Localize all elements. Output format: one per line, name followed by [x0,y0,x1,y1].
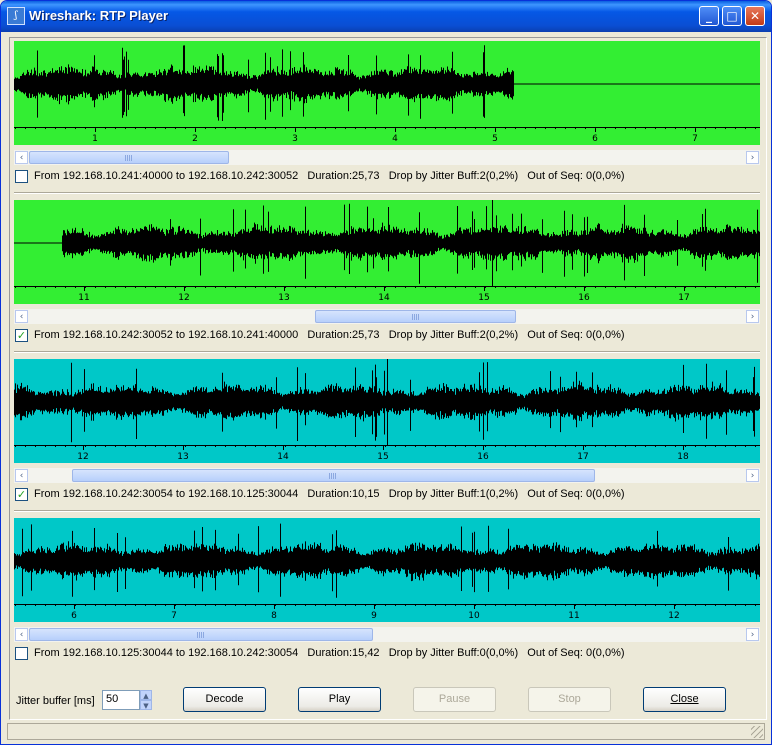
tick-label: 2 [192,134,198,144]
stream-info-label: From 192.168.10.241:40000 to 192.168.10.… [34,170,625,182]
tick-label: 13 [278,293,289,303]
maximize-button[interactable]: □ [722,6,742,26]
tick-label: 5 [492,134,498,144]
spin-down-icon[interactable]: ▼ [140,700,152,710]
tick-label: 4 [392,134,398,144]
stream-info-label: From 192.168.10.242:30052 to 192.168.10.… [34,329,625,341]
stream-info-row: ✓ From 192.168.10.242:30052 to 192.168.10… [14,328,760,344]
title-bar[interactable]: ʃ Wireshark: RTP Player _ □ ✕ [1,1,771,32]
tick-label: 8 [271,611,277,621]
tick-label: 11 [78,293,89,303]
scroll-grip-icon [411,314,420,320]
jitter-buffer-spinner[interactable]: ▲ ▼ [140,690,152,710]
stream-select-checkbox[interactable] [15,647,28,660]
stream-select-checkbox[interactable]: ✓ [15,329,28,342]
waveform-plot[interactable]: 12 13 14 15 16 17 18 [14,359,760,463]
tick-label: 7 [171,611,177,621]
waveform-plot[interactable]: 11 12 13 14 15 16 17 [14,200,760,304]
tick-label: 12 [178,293,189,303]
horizontal-scrollbar[interactable]: ‹ › [14,150,760,165]
jitter-buffer-label: Jitter buffer [ms] [16,695,95,707]
decode-button[interactable]: Decode [183,687,266,712]
tick-label: 11 [568,611,579,621]
stream-info-label: From 192.168.10.125:30044 to 192.168.10.… [34,647,625,659]
status-bar [7,723,765,740]
stream-separator [14,192,760,194]
tick-label: 7 [692,134,698,144]
tick-label: 15 [478,293,489,303]
scroll-left-icon[interactable]: ‹ [15,628,28,641]
window-title: Wireshark: RTP Player [29,8,169,23]
scroll-right-icon[interactable]: › [746,469,759,482]
stream-info-label: From 192.168.10.242:30054 to 192.168.10.… [34,488,625,500]
scroll-right-icon[interactable]: › [746,628,759,641]
tick-label: 12 [77,452,88,462]
rtp-player-window: ʃ Wireshark: RTP Player _ □ ✕ 1 2 3 4 5 6 7 ‹ › F… [0,0,772,745]
tick-label: 17 [678,293,689,303]
spin-up-icon[interactable]: ▲ [140,690,152,700]
tick-label: 15 [377,452,388,462]
tick-label: 14 [277,452,289,462]
scroll-grip-icon [125,155,134,161]
tick-label: 9 [371,611,377,621]
stream-select-checkbox[interactable]: ✓ [15,488,28,501]
wireshark-app-icon: ʃ [7,7,25,25]
stream-separator [14,351,760,353]
streams-panel: 1 2 3 4 5 6 7 ‹ › From 192.168.10.241:40000 to 19… [9,37,767,720]
horizontal-scrollbar[interactable]: ‹ › [14,627,760,642]
waveform-plot[interactable]: 6 7 8 9 10 11 12 [14,518,760,622]
scroll-grip-icon [329,473,338,479]
resize-grip-icon[interactable] [751,726,763,738]
tick-label: 12 [668,611,679,621]
tick-label: 10 [468,611,480,621]
stream-separator [14,510,760,512]
stream-select-checkbox[interactable] [15,170,28,183]
waveform-plot[interactable]: 1 2 3 4 5 6 7 [14,41,760,145]
scroll-left-icon[interactable]: ‹ [15,310,28,323]
play-button[interactable]: Play [298,687,381,712]
horizontal-scrollbar[interactable]: ‹ › [14,468,760,483]
tick-label: 6 [71,611,77,621]
stream-info-row: ✓ From 192.168.10.242:30054 to 192.168.10… [14,487,760,503]
tick-label: 16 [477,452,489,462]
scroll-thumb[interactable] [29,151,230,164]
tick-label: 14 [378,293,390,303]
close-window-button[interactable]: ✕ [745,6,765,26]
scroll-left-icon[interactable]: ‹ [15,151,28,164]
tick-label: 16 [578,293,590,303]
horizontal-scrollbar[interactable]: ‹ › [14,309,760,324]
scroll-right-icon[interactable]: › [746,151,759,164]
tick-label: 3 [292,134,298,144]
stop-button[interactable]: Stop [528,687,611,712]
scroll-left-icon[interactable]: ‹ [15,469,28,482]
scroll-thumb[interactable] [29,628,373,641]
tick-label: 13 [177,452,188,462]
tick-label: 18 [677,452,689,462]
scroll-thumb[interactable] [315,310,516,323]
jitter-buffer-input[interactable]: 50 [102,690,140,710]
minimize-button[interactable]: _ [699,6,719,26]
tick-label: 6 [592,134,598,144]
scroll-right-icon[interactable]: › [746,310,759,323]
stream-info-row: From 192.168.10.241:40000 to 192.168.10.… [14,169,760,185]
scroll-grip-icon [196,632,205,638]
tick-label: 17 [577,452,588,462]
scroll-thumb[interactable] [71,469,595,482]
close-button[interactable]: Close [643,687,726,712]
tick-label: 1 [92,134,98,144]
stream-info-row: From 192.168.10.125:30044 to 192.168.10.… [14,646,760,662]
pause-button[interactable]: Pause [413,687,496,712]
